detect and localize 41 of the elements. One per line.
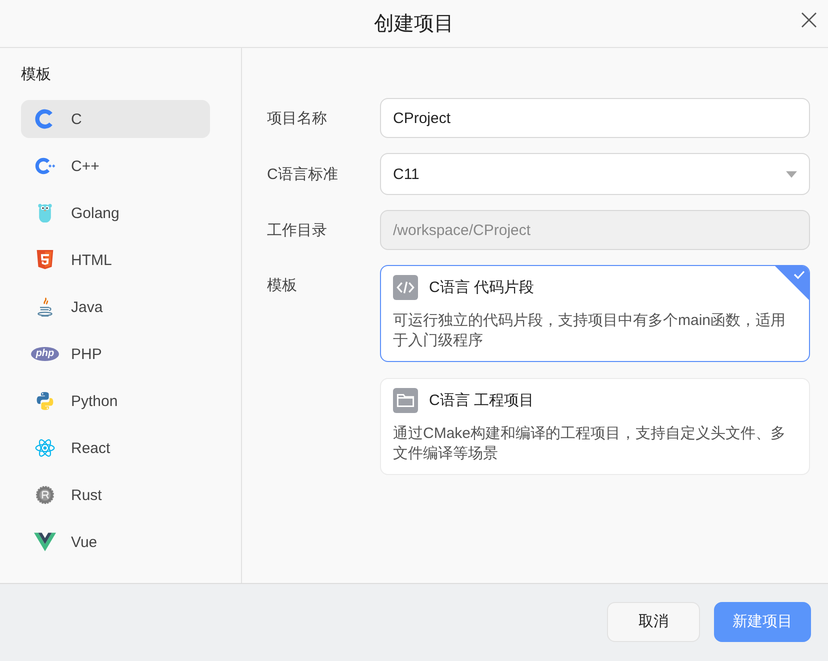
template-card[interactable]: C语言 工程项目 通过CMake构建和编译的工程项目，支持自定义头文件、多文件编译等场景 (380, 378, 810, 475)
caret-icon (786, 170, 797, 178)
field-label: C语言标准 (267, 164, 339, 184)
card-description: 通过CMake构建和编译的工程项目，支持自定义头文件、多文件编译等场景 (393, 424, 787, 464)
close-button[interactable] (801, 12, 817, 28)
field-label: 模板 (267, 276, 298, 295)
code-icon (393, 275, 418, 300)
sidebar-heading: 模板 (21, 66, 52, 84)
python-snakes-icon (35, 391, 55, 411)
template-card[interactable]: C语言 代码片段 可运行独立的代码片段，支持项目中有多个main函数，适用于入门级程序 (380, 265, 810, 362)
template-item[interactable]: Python (21, 382, 210, 420)
card-title: C语言 工程项目 (429, 391, 534, 410)
template-item[interactable]: Vue (21, 523, 210, 561)
card-description: 可运行独立的代码片段，支持项目中有多个main函数，适用于入门级程序 (393, 311, 787, 351)
template-item[interactable]: C++ (21, 147, 210, 185)
coffee-cup-icon (35, 297, 55, 317)
field-label: 工作目录 (267, 220, 328, 240)
selected-check-icon (775, 266, 809, 300)
template-item[interactable]: C (21, 100, 210, 138)
text-field[interactable]: CProject (380, 98, 810, 138)
template-item[interactable]: HTML (21, 241, 210, 279)
cancel-button[interactable]: 取消 (607, 602, 700, 642)
php-logo: php (31, 347, 59, 361)
shield-icon (35, 250, 55, 270)
folder-icon (393, 388, 418, 413)
template-item[interactable]: php PHP (21, 335, 210, 373)
template-item[interactable]: Java (21, 288, 210, 326)
gear-icon (35, 485, 55, 505)
template-item[interactable]: React (21, 429, 210, 467)
v-logo-icon (34, 531, 56, 553)
field-label: 项目名称 (267, 108, 328, 128)
c-plus-plus-icon (35, 156, 55, 176)
close-icon (801, 12, 817, 28)
gopher-icon (35, 203, 55, 223)
template-item[interactable]: Golang (21, 194, 210, 232)
c-letter-icon (35, 109, 55, 129)
template-item[interactable]: Rust (21, 476, 210, 514)
dialog-title: 创建项目 (374, 12, 454, 37)
card-title: C语言 代码片段 (429, 278, 534, 297)
atom-icon (35, 438, 55, 458)
select-field[interactable]: C11 (380, 153, 810, 195)
